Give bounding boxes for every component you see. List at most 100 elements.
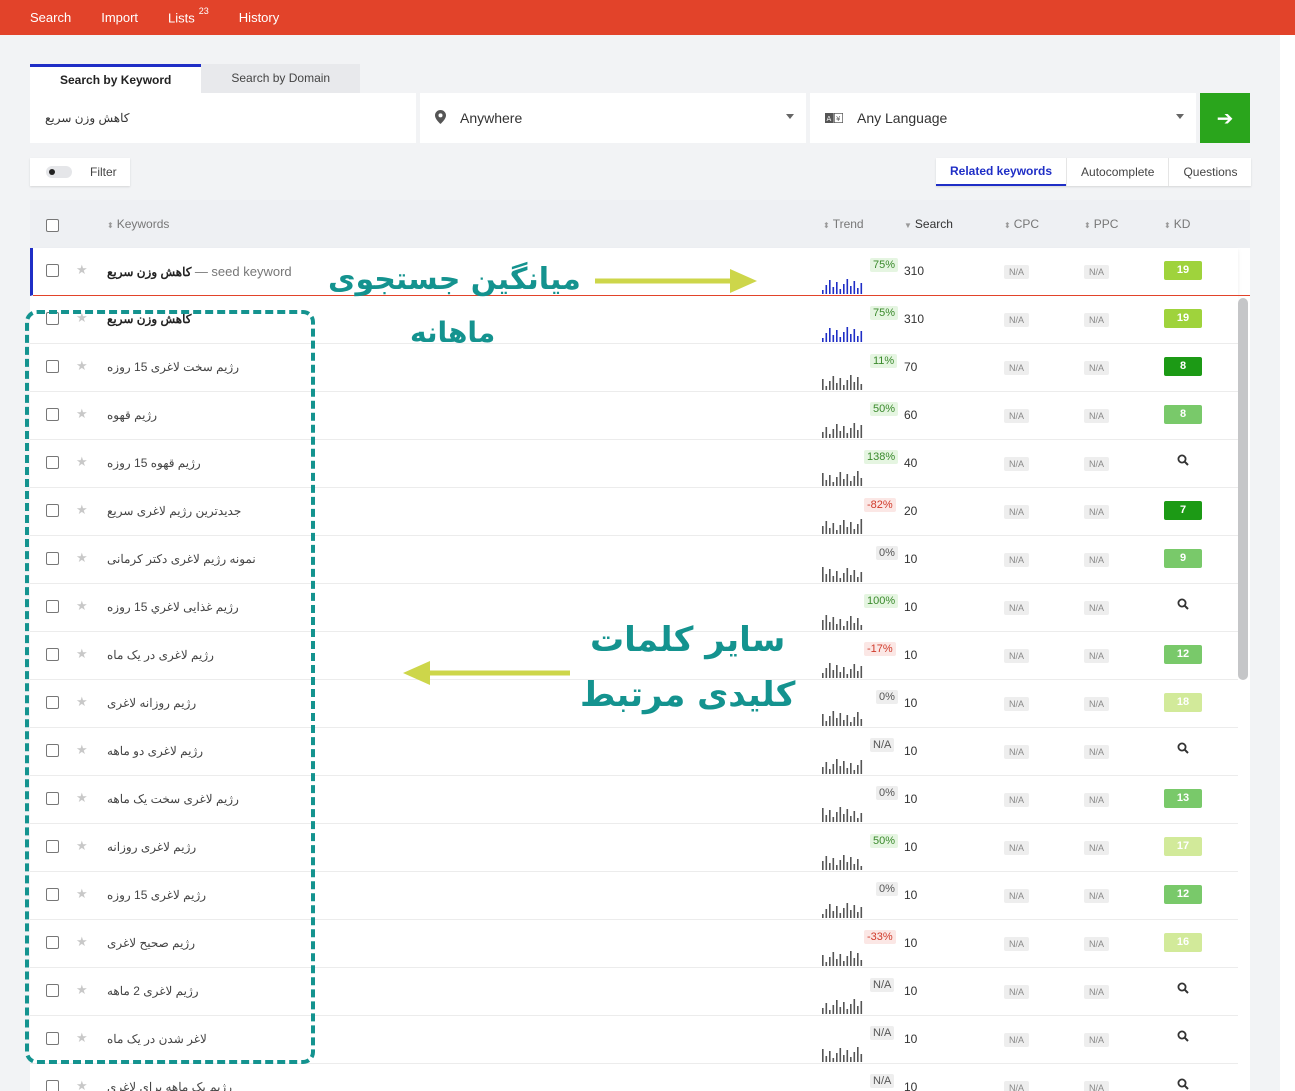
trend-bar [853, 770, 856, 774]
trend-bar [836, 665, 838, 678]
arrow-right-icon: ➔ [1216, 107, 1234, 130]
trend-bar [846, 327, 849, 342]
location-select[interactable]: Anywhere [420, 93, 806, 143]
magnifier-icon[interactable] [1177, 1030, 1189, 1045]
keyword-cell[interactable]: کاهش وزن سریع — seed keyword [107, 264, 292, 279]
table-header: ⬍ Keywords ⬍ Trend ▼ Search ⬍ CPC ⬍ PPC ⬍ KD [30, 200, 1250, 248]
kd-badge: 12 [1164, 645, 1202, 664]
trend-bar [846, 715, 849, 726]
col-keywords-label: Keywords [116, 217, 170, 231]
trend-bar [829, 716, 831, 726]
toggle-switch[interactable] [46, 166, 72, 178]
trend-bar [853, 905, 856, 918]
tab-autocomplete[interactable]: Autocomplete [1066, 158, 1168, 186]
star-icon[interactable]: ★ [76, 262, 88, 278]
col-kd[interactable]: ⬍ KD [1164, 217, 1190, 231]
tab-related-keywords[interactable]: Related keywords [936, 158, 1067, 186]
trend-percent: 100% [864, 594, 899, 608]
trend-bar [822, 379, 824, 390]
nav-history[interactable]: History [239, 10, 279, 25]
table-row[interactable]: ★ رژیم یک ماهه برای لاغری N/A 10 N/A N/A [30, 1064, 1238, 1091]
trend-bar [822, 1049, 824, 1062]
magnifier-icon[interactable] [1177, 454, 1189, 469]
trend-bar [839, 860, 842, 870]
magnifier-icon[interactable] [1177, 742, 1189, 757]
trend-bar [857, 1047, 859, 1062]
trend-bar [857, 953, 859, 966]
trend-bar [832, 429, 835, 438]
trend-bar [843, 814, 845, 822]
ppc-value: N/A [1084, 889, 1110, 903]
trend-bar [853, 811, 856, 822]
magnifier-icon[interactable] [1177, 1078, 1189, 1091]
trend-bar [853, 423, 856, 438]
nav-search[interactable]: Search [30, 10, 71, 25]
nav-import[interactable]: Import [101, 10, 138, 25]
trend-bar [860, 1054, 863, 1062]
trend-bar [843, 1002, 845, 1014]
nav-lists[interactable]: Lists 23 [168, 6, 209, 25]
ppc-value: N/A [1084, 649, 1110, 663]
trend-sparkline [822, 951, 863, 966]
trend-percent: 11% [870, 354, 898, 368]
search-volume: 10 [904, 936, 918, 950]
result-tabs: Related keywords Autocomplete Questions [936, 158, 1252, 186]
trend-bar [850, 428, 852, 438]
row-checkbox[interactable] [46, 264, 59, 277]
trend-bar [836, 812, 838, 822]
kd-badge: 12 [1164, 885, 1202, 904]
trend-bar [857, 430, 859, 438]
trend-bar [857, 288, 859, 294]
col-cpc-label: CPC [1013, 217, 1040, 231]
col-keywords[interactable]: ⬍ Keywords [107, 217, 169, 231]
kd-badge: 16 [1164, 933, 1202, 952]
keyword-cell[interactable]: رژیم یک ماهه برای لاغری [107, 1080, 232, 1091]
select-all-checkbox[interactable] [46, 219, 59, 232]
trend-bar [832, 911, 835, 918]
language-value: Any Language [857, 110, 948, 126]
search-volume: 10 [904, 696, 918, 710]
row-checkbox[interactable] [46, 1080, 59, 1091]
col-trend[interactable]: ⬍ Trend [823, 217, 864, 231]
tab-questions[interactable]: Questions [1168, 158, 1251, 186]
trend-sparkline [822, 519, 863, 534]
magnifier-icon[interactable] [1177, 982, 1189, 997]
trend-bar [850, 722, 852, 726]
col-ppc[interactable]: ⬍ PPC [1084, 217, 1118, 231]
trend-bar [825, 962, 828, 966]
filter-toggle[interactable]: Filter [30, 158, 130, 186]
trend-bar [822, 861, 824, 870]
trend-sparkline [822, 855, 863, 870]
col-cpc[interactable]: ⬍ CPC [1004, 217, 1039, 231]
tab-search-by-keyword[interactable]: Search by Keyword [30, 64, 202, 93]
trend-bar [850, 816, 852, 822]
trend-bar [839, 807, 842, 822]
language-select[interactable]: A ¥ Any Language [810, 93, 1196, 143]
trend-bar [853, 329, 856, 342]
table-scrollbar[interactable] [1238, 298, 1248, 680]
trend-bar [829, 475, 831, 486]
trend-bar [853, 999, 856, 1014]
trend-bar [829, 328, 831, 342]
col-ppc-label: PPC [1093, 217, 1119, 231]
trend-bar [836, 718, 838, 726]
trend-bar [857, 712, 859, 726]
trend-sparkline [822, 279, 863, 294]
tab-search-by-domain[interactable]: Search by Domain [201, 64, 361, 93]
trend-bar [853, 623, 856, 630]
trend-bar [846, 474, 849, 486]
trend-bar [850, 286, 852, 294]
trend-bar [829, 769, 831, 774]
trend-bar [860, 907, 863, 918]
star-icon[interactable]: ★ [76, 1078, 88, 1091]
annotation-monthly-search-line1: میانگین جستجوی [328, 262, 581, 297]
trend-bar [832, 711, 835, 726]
magnifier-icon[interactable] [1177, 598, 1189, 613]
search-go-button[interactable]: ➔ [1200, 93, 1250, 143]
trend-bar [839, 1007, 842, 1014]
col-search[interactable]: ▼ Search [904, 217, 953, 231]
trend-bar [832, 1005, 835, 1014]
search-volume: 10 [904, 792, 918, 806]
keyword-input[interactable]: کاهش وزن سریع [30, 93, 416, 143]
trend-bar [829, 1051, 831, 1062]
